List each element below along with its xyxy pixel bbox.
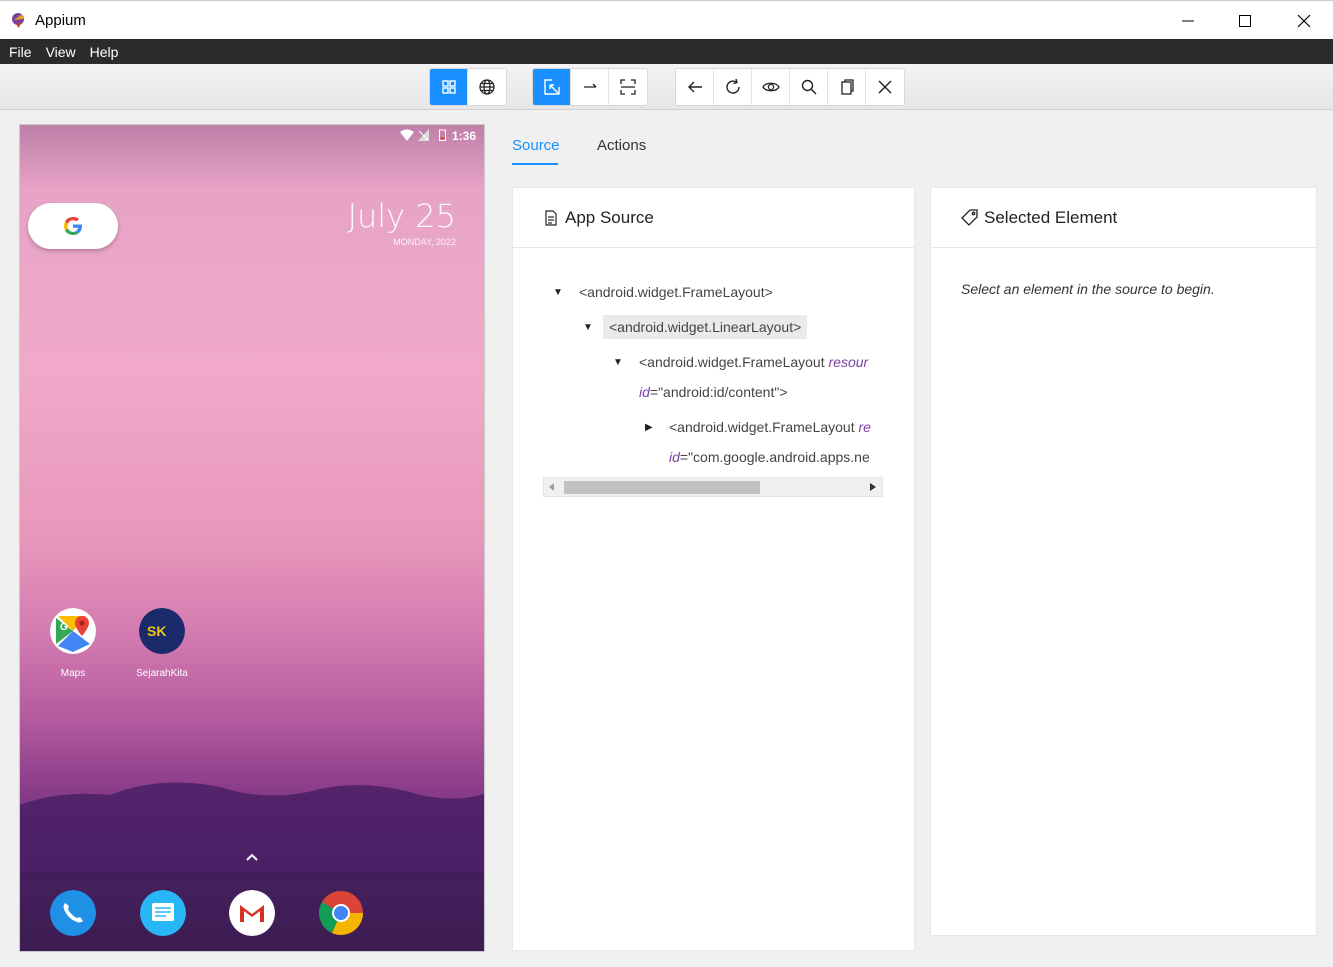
source-horizontal-scrollbar[interactable] [543, 477, 883, 497]
toolbar-group-mode [429, 68, 507, 106]
sejarahkita-icon: SK [139, 608, 185, 654]
close-icon [878, 80, 892, 94]
tab-active-indicator [512, 163, 558, 165]
tab-source[interactable]: Source [512, 137, 560, 154]
tree-node-attr: re [858, 419, 871, 435]
device-status-bar: 1:36 [20, 125, 484, 147]
file-text-icon [545, 209, 557, 226]
menu-bar: File View Help [0, 39, 1333, 64]
appium-logo-icon [12, 13, 24, 28]
phone-icon[interactable] [50, 890, 96, 936]
app-label-sejarahkita: SejarahKita [136, 668, 188, 679]
selected-element-hint: Select an element in the source to begin… [961, 281, 1215, 297]
tree-node-framelayout[interactable]: <android.widget.FrameLayout> [579, 284, 773, 300]
device-screenshot[interactable]: 1:36 July 25 MONDAY, 2022 G Maps SK Seja… [19, 124, 485, 952]
home-date: July 25 [347, 197, 456, 235]
tree-node-attr: id [639, 384, 650, 400]
google-g-icon [64, 217, 82, 235]
menu-help[interactable]: Help [83, 44, 126, 60]
scroll-left-icon[interactable] [549, 483, 555, 491]
messages-icon[interactable] [140, 890, 186, 936]
tree-node-attr: resour [828, 354, 869, 370]
toolbar-group-actions [675, 68, 905, 106]
scroll-right-icon[interactable] [870, 483, 876, 491]
search-icon [801, 79, 816, 95]
tree-node-linearlayout[interactable]: <android.widget.LinearLayout> [603, 315, 808, 339]
selected-element-title: Selected Element [984, 207, 1118, 227]
menu-file[interactable]: File [2, 44, 39, 60]
recording-button[interactable] [752, 69, 790, 105]
scrollbar-thumb[interactable] [564, 481, 760, 494]
menu-view[interactable]: View [39, 44, 83, 60]
tree-node-content-framelayout[interactable]: <android.widget.FrameLayout resour [639, 354, 884, 370]
refresh-button[interactable] [714, 69, 752, 105]
minimize-button[interactable] [1159, 1, 1217, 40]
home-day: MONDAY, 2022 [393, 237, 456, 247]
device-dock [20, 873, 484, 951]
window-title: Appium [35, 12, 86, 29]
minimize-icon [1182, 20, 1194, 21]
tree-node-value: ="com.google.android.apps.ne [679, 449, 870, 465]
selected-element-panel: Selected Element [930, 187, 1317, 936]
toolbar [0, 64, 1333, 110]
tap-coordinates-icon [620, 79, 636, 95]
swipe-icon [583, 83, 596, 88]
app-source-title: App Source [565, 207, 654, 227]
maximize-icon [1239, 14, 1251, 27]
collapse-icon[interactable]: ▼ [613, 357, 623, 368]
tap-coordinates-button[interactable] [609, 69, 647, 105]
back-button[interactable] [676, 69, 714, 105]
svg-text:SK: SK [147, 623, 166, 639]
search-element-button[interactable] [790, 69, 828, 105]
expand-icon[interactable]: ▶ [645, 422, 653, 433]
web-mode-button[interactable] [468, 69, 506, 105]
tree-node-tag: <android.widget.FrameLayout [669, 419, 859, 435]
gmail-icon[interactable] [229, 890, 275, 936]
eye-icon [761, 82, 780, 92]
native-mode-button[interactable] [430, 69, 468, 105]
tree-node-launcher-framelayout[interactable]: <android.widget.FrameLayout re [669, 419, 884, 435]
select-elements-button[interactable] [533, 69, 571, 105]
tree-node-tag: <android.widget.FrameLayout [639, 354, 829, 370]
chrome-icon[interactable] [318, 890, 364, 936]
tree-node-content-id[interactable]: id="android:id/content"> [639, 384, 788, 400]
toolbar-group-interaction [532, 68, 648, 106]
app-source-header: App Source [513, 188, 914, 248]
close-window-button[interactable] [1275, 1, 1333, 40]
title-bar: Appium [0, 0, 1333, 39]
maximize-button[interactable] [1216, 1, 1274, 40]
collapse-icon[interactable]: ▼ [553, 287, 563, 298]
tab-actions[interactable]: Actions [597, 137, 646, 154]
svg-text:G: G [60, 622, 68, 633]
battery-icon [439, 129, 446, 141]
wallpaper-mountains [20, 782, 484, 885]
tag-icon [961, 209, 978, 226]
wifi-icon [400, 129, 414, 141]
app-sejarahkita[interactable]: SK SejarahKita [136, 608, 188, 679]
selected-element-header: Selected Element [931, 188, 1316, 248]
app-label-maps: Maps [60, 668, 86, 679]
tree-node-attr: id [669, 449, 680, 465]
refresh-icon [725, 78, 740, 94]
signal-icon [418, 129, 429, 141]
copy-icon [840, 79, 854, 95]
back-icon [687, 81, 702, 93]
status-time: 1:36 [451, 129, 476, 143]
tree-node-launcher-id[interactable]: id="com.google.android.apps.ne [669, 449, 884, 465]
collapse-icon[interactable]: ▼ [583, 322, 593, 333]
quit-session-button[interactable] [866, 69, 904, 105]
app-drawer-arrow-icon[interactable] [245, 852, 259, 862]
google-search-widget[interactable] [28, 203, 118, 249]
select-element-icon [543, 79, 560, 95]
grid-icon [441, 80, 456, 94]
maps-icon: G [50, 608, 96, 654]
swipe-button[interactable] [571, 69, 609, 105]
tree-node-value: ="android:id/content"> [649, 384, 788, 400]
globe-icon [479, 79, 495, 95]
app-maps[interactable]: G Maps [49, 608, 97, 679]
copy-xml-button[interactable] [828, 69, 866, 105]
app-source-panel: App Source [512, 187, 915, 951]
close-icon [1297, 14, 1311, 27]
